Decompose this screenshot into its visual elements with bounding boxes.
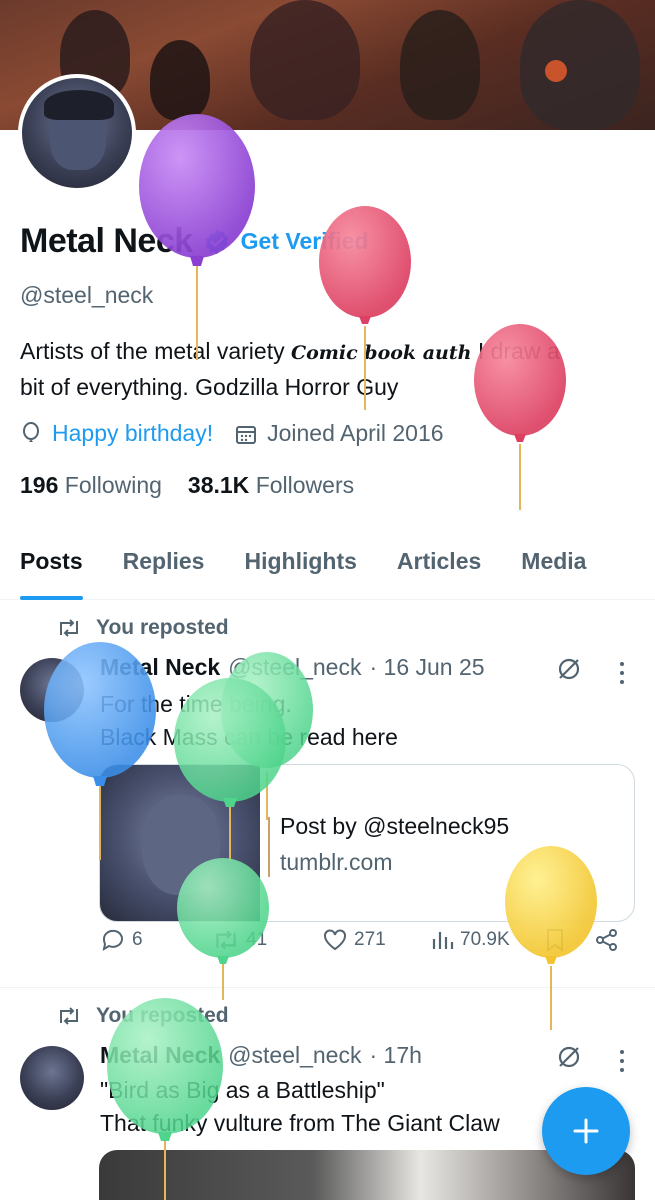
bookmark-icon[interactable] [544, 927, 566, 953]
repost-icon [60, 619, 78, 637]
compose-button[interactable] [542, 1087, 630, 1175]
reply-count: 6 [132, 929, 143, 950]
birthday-item[interactable]: Happy birthday! [20, 420, 213, 447]
profile-name-row: Metal Neck Get Verified [20, 222, 368, 261]
profile-meta-row: Happy birthday! Joined April 2016 [20, 420, 466, 447]
repost-label: You reposted [96, 616, 229, 639]
post-avatar[interactable] [20, 1046, 84, 1110]
views-button[interactable]: 70.9K [430, 929, 510, 951]
follow-stats: 196 Following 38.1K Followers [20, 472, 354, 499]
timeline-post[interactable]: You reposted Metal Neck @steel_neck · 16… [0, 600, 655, 988]
repost-button[interactable]: 41 [212, 929, 267, 951]
joined-date: Joined April 2016 [267, 420, 444, 446]
following-label: Following [64, 472, 162, 498]
calendar-icon [236, 425, 257, 444]
link-card-domain: tumblr.com [280, 849, 393, 875]
tab-media[interactable]: Media [501, 540, 606, 600]
balloon-icon [23, 421, 39, 442]
grok-icon[interactable] [556, 1044, 582, 1070]
post-text-line1: "Bird as Big as a Battleship" [100, 1077, 385, 1103]
profile-handle: @steel_neck [20, 282, 154, 308]
repost-icon [216, 930, 236, 950]
views-icon [432, 932, 454, 949]
repost-label: You reposted [96, 1004, 229, 1027]
post-header: Metal Neck @steel_neck · 16 Jun 25 [100, 654, 485, 681]
following-link[interactable]: 196 Following [20, 472, 162, 499]
tab-articles[interactable]: Articles [377, 540, 501, 600]
post-text-line2: Black Mass can be read here [100, 724, 398, 750]
bio-script-text: Comic book auth [290, 342, 472, 364]
more-options-icon[interactable] [612, 658, 632, 688]
profile-name: Metal Neck [20, 222, 193, 260]
followers-count: 38.1K [187, 472, 250, 498]
timeline-post[interactable]: You reposted Metal Neck @steel_neck · 17… [0, 988, 655, 1200]
followers-label: Followers [255, 472, 355, 498]
post-header: Metal Neck @steel_neck · 17h [100, 1042, 422, 1069]
tab-replies[interactable]: Replies [103, 540, 225, 600]
avatar-hair [44, 90, 114, 120]
post-author-handle[interactable]: @steel_neck [228, 1042, 361, 1069]
profile-bio: Artists of the metal variety Comic book … [20, 334, 630, 404]
followers-link[interactable]: 38.1K Followers [188, 472, 354, 499]
profile-tabs: Posts Replies Highlights Articles Media [0, 540, 655, 600]
reply-button[interactable]: 6 [100, 927, 143, 953]
post-author-name[interactable]: Metal Neck [100, 1042, 220, 1069]
post-timestamp[interactable]: · 16 Jun 25 [369, 654, 484, 681]
link-card[interactable]: Post by @steelneck95 tumblr.com [99, 764, 635, 922]
post-avatar[interactable] [20, 658, 84, 722]
reply-icon [102, 929, 123, 952]
views-count: 70.9K [460, 929, 510, 950]
like-button[interactable]: 271 [322, 928, 386, 952]
following-count: 196 [20, 472, 59, 498]
grok-icon[interactable] [556, 656, 582, 682]
get-verified-link[interactable]: Get Verified [241, 228, 369, 255]
post-text-line1: For the time being. [100, 691, 292, 717]
tab-posts[interactable]: Posts [0, 540, 103, 600]
joined-item: Joined April 2016 [235, 420, 444, 447]
birthday-link[interactable]: Happy birthday! [52, 420, 213, 447]
repost-indicator: You reposted [56, 616, 229, 640]
tab-highlights[interactable]: Highlights [224, 540, 376, 600]
plus-icon [573, 1118, 599, 1144]
post-text: For the time being. Black Mass can be re… [100, 688, 398, 754]
link-card-image [100, 765, 260, 921]
bio-text-b: I draw a [477, 338, 560, 364]
post-text-line2: That funky vulture from The Giant Claw [100, 1110, 500, 1136]
repost-count: 41 [246, 929, 268, 950]
card-separator [268, 817, 270, 877]
share-icon[interactable] [594, 927, 620, 953]
profile-avatar[interactable] [18, 74, 136, 192]
bio-text-line2: bit of everything. Godzilla Horror Guy [20, 374, 399, 400]
like-count: 271 [354, 929, 386, 950]
link-card-title: Post by @steelneck95 [280, 813, 510, 839]
post-author-handle[interactable]: @steel_neck [228, 654, 361, 681]
post-text: "Bird as Big as a Battleship" That funky… [100, 1074, 500, 1140]
repost-icon [60, 1007, 78, 1025]
repost-indicator: You reposted [56, 1004, 229, 1028]
verified-badge-icon[interactable] [203, 228, 231, 256]
more-options-icon[interactable] [612, 1046, 632, 1076]
bio-text-a: Artists of the metal variety [20, 338, 285, 364]
heart-icon [324, 929, 346, 951]
post-timestamp[interactable]: · 17h [369, 1042, 421, 1069]
post-author-name[interactable]: Metal Neck [100, 654, 220, 681]
